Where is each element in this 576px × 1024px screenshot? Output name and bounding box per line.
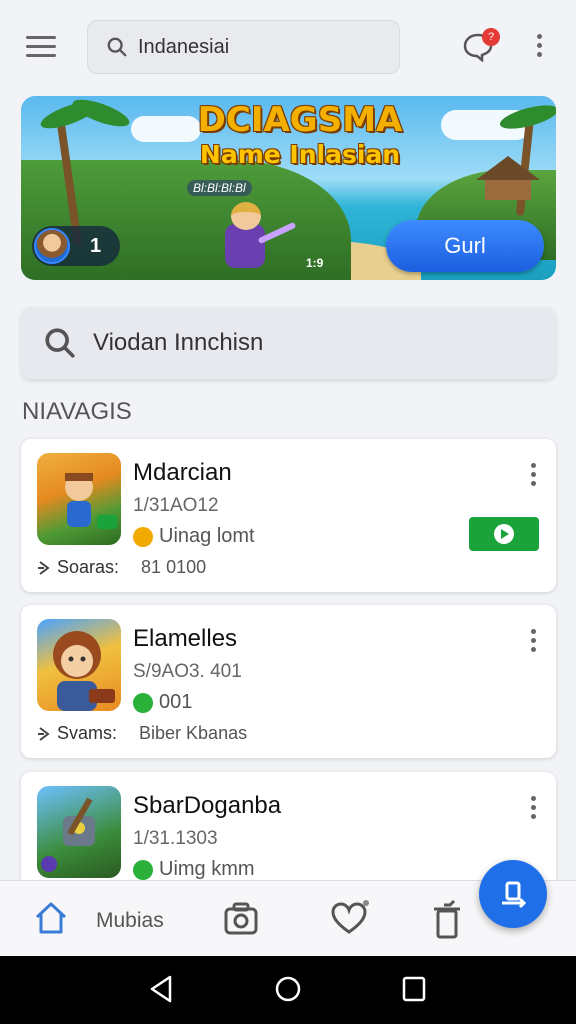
upload-fab[interactable] xyxy=(479,860,547,928)
avatar xyxy=(34,228,70,264)
game-footer-label: Svams: xyxy=(57,723,118,743)
game-tag-label: 001 xyxy=(159,691,193,713)
banner-stat: 1:9 xyxy=(306,256,324,270)
system-navigation-bar xyxy=(0,956,576,1024)
game-name: SbarDoganba xyxy=(133,792,282,819)
back-icon[interactable] xyxy=(148,974,176,1004)
game-thumbnail xyxy=(37,453,121,545)
home-circle-icon[interactable] xyxy=(274,974,302,1004)
game-tag: Uinag lomt xyxy=(133,525,255,548)
search-icon xyxy=(107,37,127,57)
more-vert-icon[interactable] xyxy=(527,463,539,495)
main-search-input[interactable]: Viodan Innchisn xyxy=(21,307,556,379)
camera-icon[interactable] xyxy=(222,899,260,937)
top-app-bar: Indanesiai ? xyxy=(0,0,576,92)
play-button[interactable] xyxy=(469,517,539,551)
more-vert-icon[interactable] xyxy=(527,629,539,661)
game-footer-label: Soaras: xyxy=(57,557,120,577)
hut-illustration xyxy=(476,156,540,200)
more-vert-icon[interactable] xyxy=(532,34,546,60)
game-name: Mdarcian xyxy=(133,459,232,486)
game-tag: Uimg kmm xyxy=(133,858,255,881)
banner-get-button[interactable]: Gurl xyxy=(386,220,544,272)
game-date: 1/31AO12 xyxy=(133,495,219,516)
more-vert-icon[interactable] xyxy=(527,796,539,828)
search-bar-value: Indanesiai xyxy=(138,35,230,58)
game-footer: Svams: Biber Kbanas xyxy=(37,723,247,744)
game-tag-label: Uimg kmm xyxy=(159,858,255,880)
notification-badge: ? xyxy=(482,28,500,46)
game-date: 1/31.1303 xyxy=(133,828,218,849)
game-card[interactable]: Mdarcian 1/31AO12 Uinag lomt Soaras: 81 … xyxy=(21,439,556,592)
game-tag: 001 xyxy=(133,691,192,714)
hero-character-illustration xyxy=(207,200,297,278)
menu-icon[interactable] xyxy=(26,36,56,58)
banner-tag: Bl:Bl:Bl:Bl xyxy=(187,180,252,196)
pin-icon xyxy=(38,560,50,575)
game-thumbnail xyxy=(37,786,121,878)
player-chip[interactable]: 1 xyxy=(32,226,120,266)
home-icon[interactable] xyxy=(32,899,70,937)
game-card[interactable]: Elamelles S/9AO3. 401 001 Svams: Biber K… xyxy=(21,605,556,758)
tag-dot-icon xyxy=(133,859,153,880)
game-tag-label: Uinag lomt xyxy=(159,525,255,547)
game-thumbnail xyxy=(37,619,121,711)
search-bar[interactable]: Indanesiai xyxy=(87,20,400,74)
search-icon xyxy=(45,328,75,358)
upload-icon xyxy=(502,881,527,909)
recents-icon[interactable] xyxy=(400,974,428,1004)
game-footer-value: 81 0100 xyxy=(141,557,207,577)
section-title: NIAVAGIS xyxy=(22,398,132,425)
play-icon xyxy=(494,524,514,544)
game-date: S/9AO3. 401 xyxy=(133,661,242,682)
tag-dot-icon xyxy=(133,526,153,547)
main-search-value: Viodan Innchisn xyxy=(93,329,264,356)
game-footer-value: Biber Kbanas xyxy=(139,723,248,743)
heart-icon[interactable] xyxy=(330,899,370,937)
tag-dot-icon xyxy=(133,692,153,713)
pin-icon xyxy=(38,726,50,741)
nav-label[interactable]: Mubias xyxy=(96,909,164,933)
banner-subtitle: Name Inlasian xyxy=(199,140,401,169)
banner-title: DCIAGSMA xyxy=(197,100,403,140)
trash-icon[interactable] xyxy=(430,899,466,939)
game-name: Elamelles xyxy=(133,625,238,652)
game-footer: Soaras: 81 0100 xyxy=(37,557,206,578)
player-count: 1 xyxy=(90,234,102,257)
